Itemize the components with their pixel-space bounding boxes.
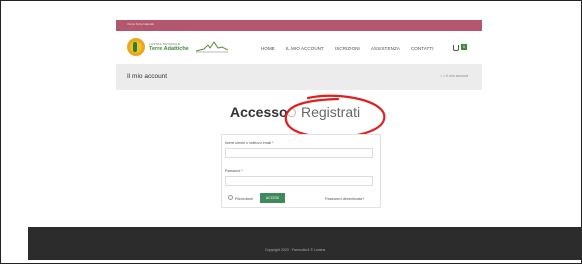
top-bar: Vivi le Terre Naturali	[116, 20, 482, 31]
username-input[interactable]	[225, 148, 373, 158]
main-nav: HOME IL MIO ACCOUNT ISCRIZIONI ASSISTENZ…	[261, 46, 434, 51]
logo-sun-icon[interactable]	[127, 38, 145, 56]
lost-password-link[interactable]: Password dimenticata?	[325, 197, 364, 201]
remember-checkbox[interactable]	[228, 195, 233, 200]
nav-contacts[interactable]: CONTATTI	[411, 46, 434, 51]
username-label: Nome utente o indirizzo email *	[225, 141, 274, 145]
logo-line2[interactable]: Terre Adattiche	[149, 46, 189, 52]
site-header: LASTRA NATURALE Terre Adattiche HOME IL …	[116, 31, 482, 64]
nav-support[interactable]: ASSISTENZA	[371, 46, 400, 51]
remember-label: Ricordami	[235, 196, 254, 201]
site-footer: Copyright 2023 · Farmodia.it © Lumina	[28, 227, 582, 260]
top-bar-text: Vivi le Terre Naturali	[127, 22, 154, 26]
nav-my-account[interactable]: IL MIO ACCOUNT	[286, 46, 324, 51]
cart-icon	[453, 45, 459, 51]
login-form: Nome utente o indirizzo email * Password…	[221, 134, 381, 208]
footer-copyright: Copyright 2023 · Farmodia.it © Lumina	[265, 248, 326, 252]
nav-registrations[interactable]: ISCRIZIONI	[335, 46, 360, 51]
nav-home[interactable]: HOME	[261, 46, 275, 51]
logo-mountain-icon	[196, 41, 228, 53]
cart-button[interactable]: 0	[453, 43, 467, 51]
cart-count-badge: 0	[461, 44, 467, 50]
password-input[interactable]	[225, 176, 373, 186]
page-title: Il mio account	[127, 73, 168, 80]
breadcrumb[interactable]: ⌂ > Il mio account	[440, 74, 468, 78]
page-title-bar: Il mio account ⌂ > Il mio account	[116, 64, 482, 90]
password-label: Password *	[225, 169, 243, 173]
login-button[interactable]: ACCEDI	[260, 193, 285, 203]
